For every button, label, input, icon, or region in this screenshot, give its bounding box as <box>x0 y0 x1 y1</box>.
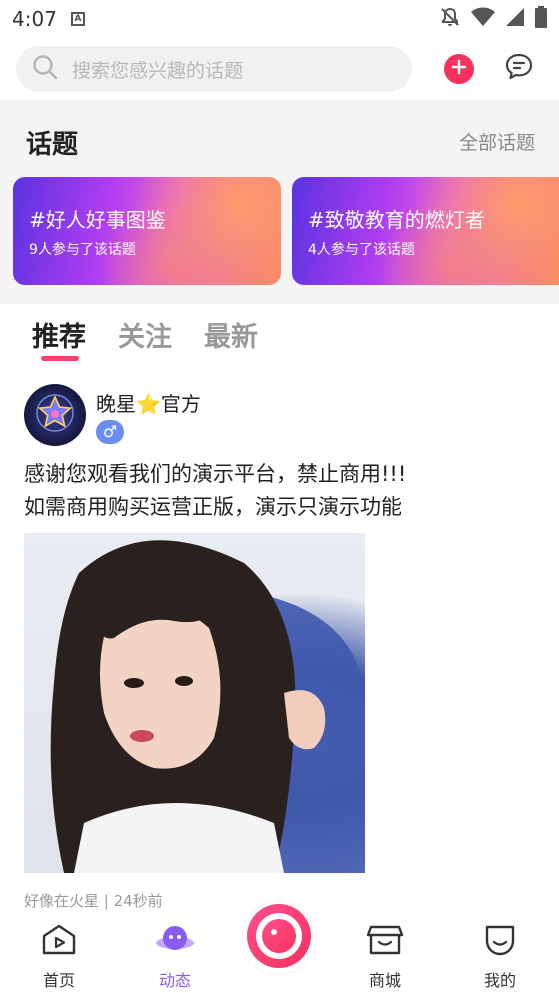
search-row: 搜索您感兴趣的话题 <box>0 38 559 100</box>
nav-profile[interactable]: 我的 <box>465 923 535 991</box>
topic-name: #好人好事图鉴 <box>29 208 166 232</box>
topic-card[interactable]: #致敬教育的燃灯者 4人参与了该话题 <box>292 177 559 285</box>
nav-home-label: 首页 <box>42 971 75 990</box>
avatar[interactable] <box>24 384 86 446</box>
messages-button[interactable] <box>504 52 534 86</box>
post-text-line: 如需商用购买运营正版，演示只演示功能 <box>24 495 402 519</box>
male-gender-icon: ♂ <box>96 420 124 444</box>
signal-icon <box>505 7 525 31</box>
status-bar: 4:07 A <box>0 0 559 38</box>
nav-store-label: 商城 <box>368 971 401 990</box>
camera-record-button[interactable] <box>243 902 315 974</box>
feed-tabs: 推荐 关注 最新 <box>32 315 290 354</box>
tab-recommended[interactable]: 推荐 <box>32 315 86 354</box>
tab-following[interactable]: 关注 <box>118 315 172 354</box>
record-icon <box>245 902 313 974</box>
battery-icon <box>535 6 547 32</box>
post-text: 感谢您观看我们的演示平台，禁止商用!!! 如需商用购买运营正版，演示只演示功能 <box>24 458 406 524</box>
notification-a-icon: A <box>70 12 85 26</box>
post-image[interactable] <box>24 533 365 873</box>
active-tab-indicator <box>41 356 79 361</box>
topics-title: 话题 <box>26 130 79 160</box>
topic-name: #致敬教育的燃灯者 <box>308 208 485 232</box>
nav-home[interactable]: 首页 <box>24 923 94 991</box>
all-topics-link[interactable]: 全部话题 <box>459 128 535 155</box>
wifi-icon <box>471 7 495 31</box>
post-meta: 好像在火星 | 24秒前 <box>24 892 163 910</box>
topic-card[interactable]: #好人好事图鉴 9人参与了该话题 <box>13 177 281 285</box>
store-icon <box>366 925 404 961</box>
portrait-photo <box>50 540 365 873</box>
tab-latest[interactable]: 最新 <box>204 315 258 354</box>
nav-store[interactable]: 商城 <box>350 923 420 991</box>
topic-participants: 9人参与了该话题 <box>29 242 136 258</box>
chat-bubble-icon <box>504 53 534 86</box>
status-time: 4:07 <box>12 7 57 31</box>
mute-bell-icon <box>439 6 461 32</box>
nav-feed[interactable]: 动态 <box>140 923 210 991</box>
search-input[interactable]: 搜索您感兴趣的话题 <box>16 46 412 92</box>
home-play-icon <box>40 924 78 961</box>
post-text-line: 感谢您观看我们的演示平台，禁止商用!!! <box>24 462 407 486</box>
search-placeholder: 搜索您感兴趣的话题 <box>72 59 244 82</box>
search-icon <box>32 54 58 84</box>
post-username[interactable]: 晚星⭐官方 <box>96 388 201 417</box>
planet-icon <box>154 926 196 961</box>
nav-profile-label: 我的 <box>483 971 516 990</box>
topics-section: 话题 全部话题 #好人好事图鉴 9人参与了该话题 #致敬教育的燃灯者 4人参与了… <box>0 100 559 304</box>
star-logo-icon <box>33 391 77 439</box>
add-post-button[interactable] <box>444 54 474 84</box>
smile-icon <box>481 925 519 961</box>
nav-feed-label: 动态 <box>158 971 191 990</box>
topic-participants: 4人参与了该话题 <box>308 242 415 258</box>
plus-icon <box>451 59 467 79</box>
